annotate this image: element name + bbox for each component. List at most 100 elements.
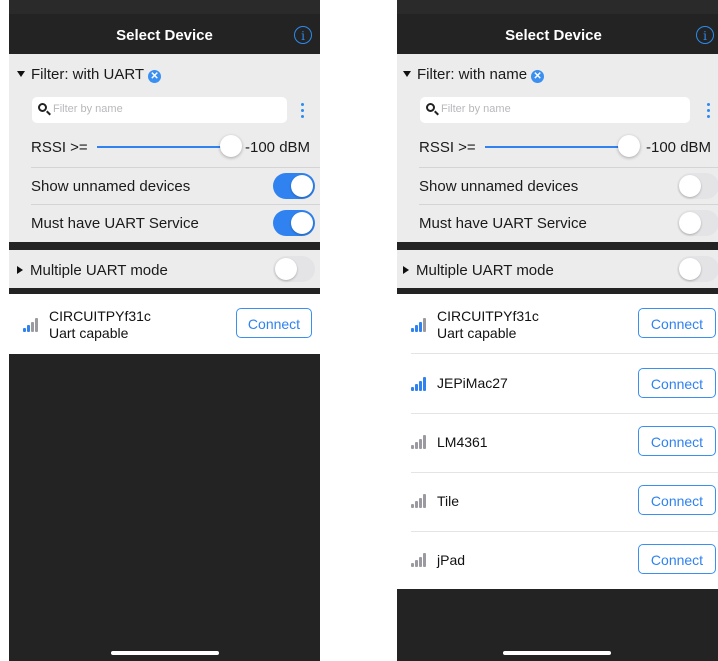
rssi-slider-track[interactable] [97, 146, 231, 148]
device-row[interactable]: Tile Connect [397, 473, 718, 532]
device-name: jPad [437, 552, 466, 568]
connect-button[interactable]: Connect [638, 426, 716, 456]
signal-bar [27, 325, 30, 332]
show-unnamed-toggle[interactable] [273, 173, 315, 199]
multi-uart-toggle[interactable] [273, 256, 315, 282]
rssi-value: -100 dBM [245, 139, 311, 156]
section-gap [9, 242, 320, 250]
device-name: CIRCUITPYf31c [49, 308, 151, 324]
device-list: CIRCUITPYf31c Uart capable Connect JEPiM… [397, 294, 718, 589]
signal-bars-icon [411, 375, 429, 391]
phone-screen-left: Select Device i Filter: with UART ✕ Filte… [9, 0, 320, 661]
search-input[interactable]: Filter by name [32, 97, 287, 123]
signal-bar [423, 318, 426, 332]
triangle-down-icon [403, 71, 411, 77]
page-title: Select Device [116, 27, 213, 44]
signal-bar [415, 560, 418, 567]
search-placeholder: Filter by name [441, 103, 511, 115]
must-uart-toggle[interactable] [677, 210, 718, 236]
triangle-right-icon [403, 266, 409, 274]
signal-bar [411, 504, 414, 508]
more-options-icon[interactable] [301, 101, 304, 119]
clear-filter-icon[interactable]: ✕ [531, 70, 545, 83]
show-unnamed-toggle[interactable] [677, 173, 718, 199]
signal-bar [419, 498, 422, 508]
signal-bar [419, 557, 422, 567]
rssi-value: -100 dBM [646, 139, 712, 156]
multi-uart-label: Multiple UART mode [30, 262, 168, 279]
search-placeholder: Filter by name [53, 103, 123, 115]
connect-button[interactable]: Connect [236, 308, 312, 338]
info-icon[interactable]: i [696, 26, 714, 44]
multiple-uart-row[interactable]: Multiple UART mode [9, 250, 320, 288]
signal-bar [419, 439, 422, 449]
signal-bar [415, 501, 418, 508]
device-row[interactable]: CIRCUITPYf31c Uart capable Connect [9, 294, 320, 353]
signal-bar [415, 384, 418, 391]
signal-bar [411, 328, 414, 332]
signal-bar [423, 377, 426, 391]
show-unnamed-label: Show unnamed devices [419, 178, 579, 195]
device-row[interactable]: LM4361 Connect [397, 414, 718, 473]
signal-bars-icon [23, 316, 41, 332]
signal-bar [419, 381, 422, 391]
rssi-slider-thumb[interactable] [618, 135, 640, 157]
triangle-down-icon [17, 71, 25, 77]
divider [419, 204, 718, 205]
signal-bar [415, 325, 418, 332]
filter-label: Filter: with name [417, 66, 528, 83]
signal-bars-icon [411, 551, 429, 567]
device-subtitle: Uart capable [49, 325, 129, 341]
info-icon[interactable]: i [294, 26, 312, 44]
filter-panel: Filter: with name ✕ Filter by name RSSI >… [397, 54, 718, 242]
signal-bar [411, 445, 414, 449]
connect-button[interactable]: Connect [638, 308, 716, 338]
clear-filter-icon[interactable]: ✕ [148, 70, 162, 83]
device-name: LM4361 [437, 434, 488, 450]
signal-bars-icon [411, 492, 429, 508]
status-bar [397, 0, 718, 14]
multiple-uart-row[interactable]: Multiple UART mode [397, 250, 718, 288]
navigation-bar: Select Device i [9, 14, 320, 54]
connect-button[interactable]: Connect [638, 485, 716, 515]
multi-uart-toggle[interactable] [677, 256, 718, 282]
connect-button[interactable]: Connect [638, 368, 716, 398]
page-title: Select Device [505, 27, 602, 44]
navigation-bar: Select Device i [397, 14, 718, 54]
signal-bars-icon [411, 316, 429, 332]
filter-header[interactable]: Filter: with name ✕ [403, 66, 718, 83]
must-uart-label: Must have UART Service [419, 215, 587, 232]
signal-bar [23, 328, 26, 332]
phone-screen-right: Select Device i Filter: with name ✕ Filte… [397, 0, 718, 661]
filter-header[interactable]: Filter: with UART ✕ [17, 66, 320, 83]
device-row[interactable]: JEPiMac27 Connect [397, 354, 718, 413]
device-name: JEPiMac27 [437, 375, 508, 391]
divider [419, 167, 718, 168]
home-indicator [503, 651, 611, 655]
rssi-slider-thumb[interactable] [220, 135, 242, 157]
connect-button[interactable]: Connect [638, 544, 716, 574]
status-bar [9, 0, 320, 14]
signal-bar [415, 442, 418, 449]
rssi-slider-track[interactable] [485, 146, 625, 148]
signal-bar [411, 563, 414, 567]
signal-bar [423, 494, 426, 508]
device-name: Tile [437, 493, 460, 509]
home-indicator [111, 651, 219, 655]
device-row[interactable]: jPad Connect [397, 532, 718, 591]
signal-bar [411, 387, 414, 391]
signal-bar [35, 318, 38, 332]
device-row[interactable]: CIRCUITPYf31c Uart capable Connect [397, 294, 718, 353]
signal-bar [419, 322, 422, 332]
filter-panel: Filter: with UART ✕ Filter by name RSSI >… [9, 54, 320, 242]
divider [31, 167, 320, 168]
device-subtitle: Uart capable [437, 325, 517, 341]
search-icon [426, 103, 435, 112]
multi-uart-label: Multiple UART mode [416, 262, 554, 279]
device-list: CIRCUITPYf31c Uart capable Connect [9, 294, 320, 354]
divider [31, 204, 320, 205]
signal-bar [423, 553, 426, 567]
search-input[interactable]: Filter by name [420, 97, 690, 123]
more-options-icon[interactable] [707, 101, 710, 119]
must-uart-toggle[interactable] [273, 210, 315, 236]
